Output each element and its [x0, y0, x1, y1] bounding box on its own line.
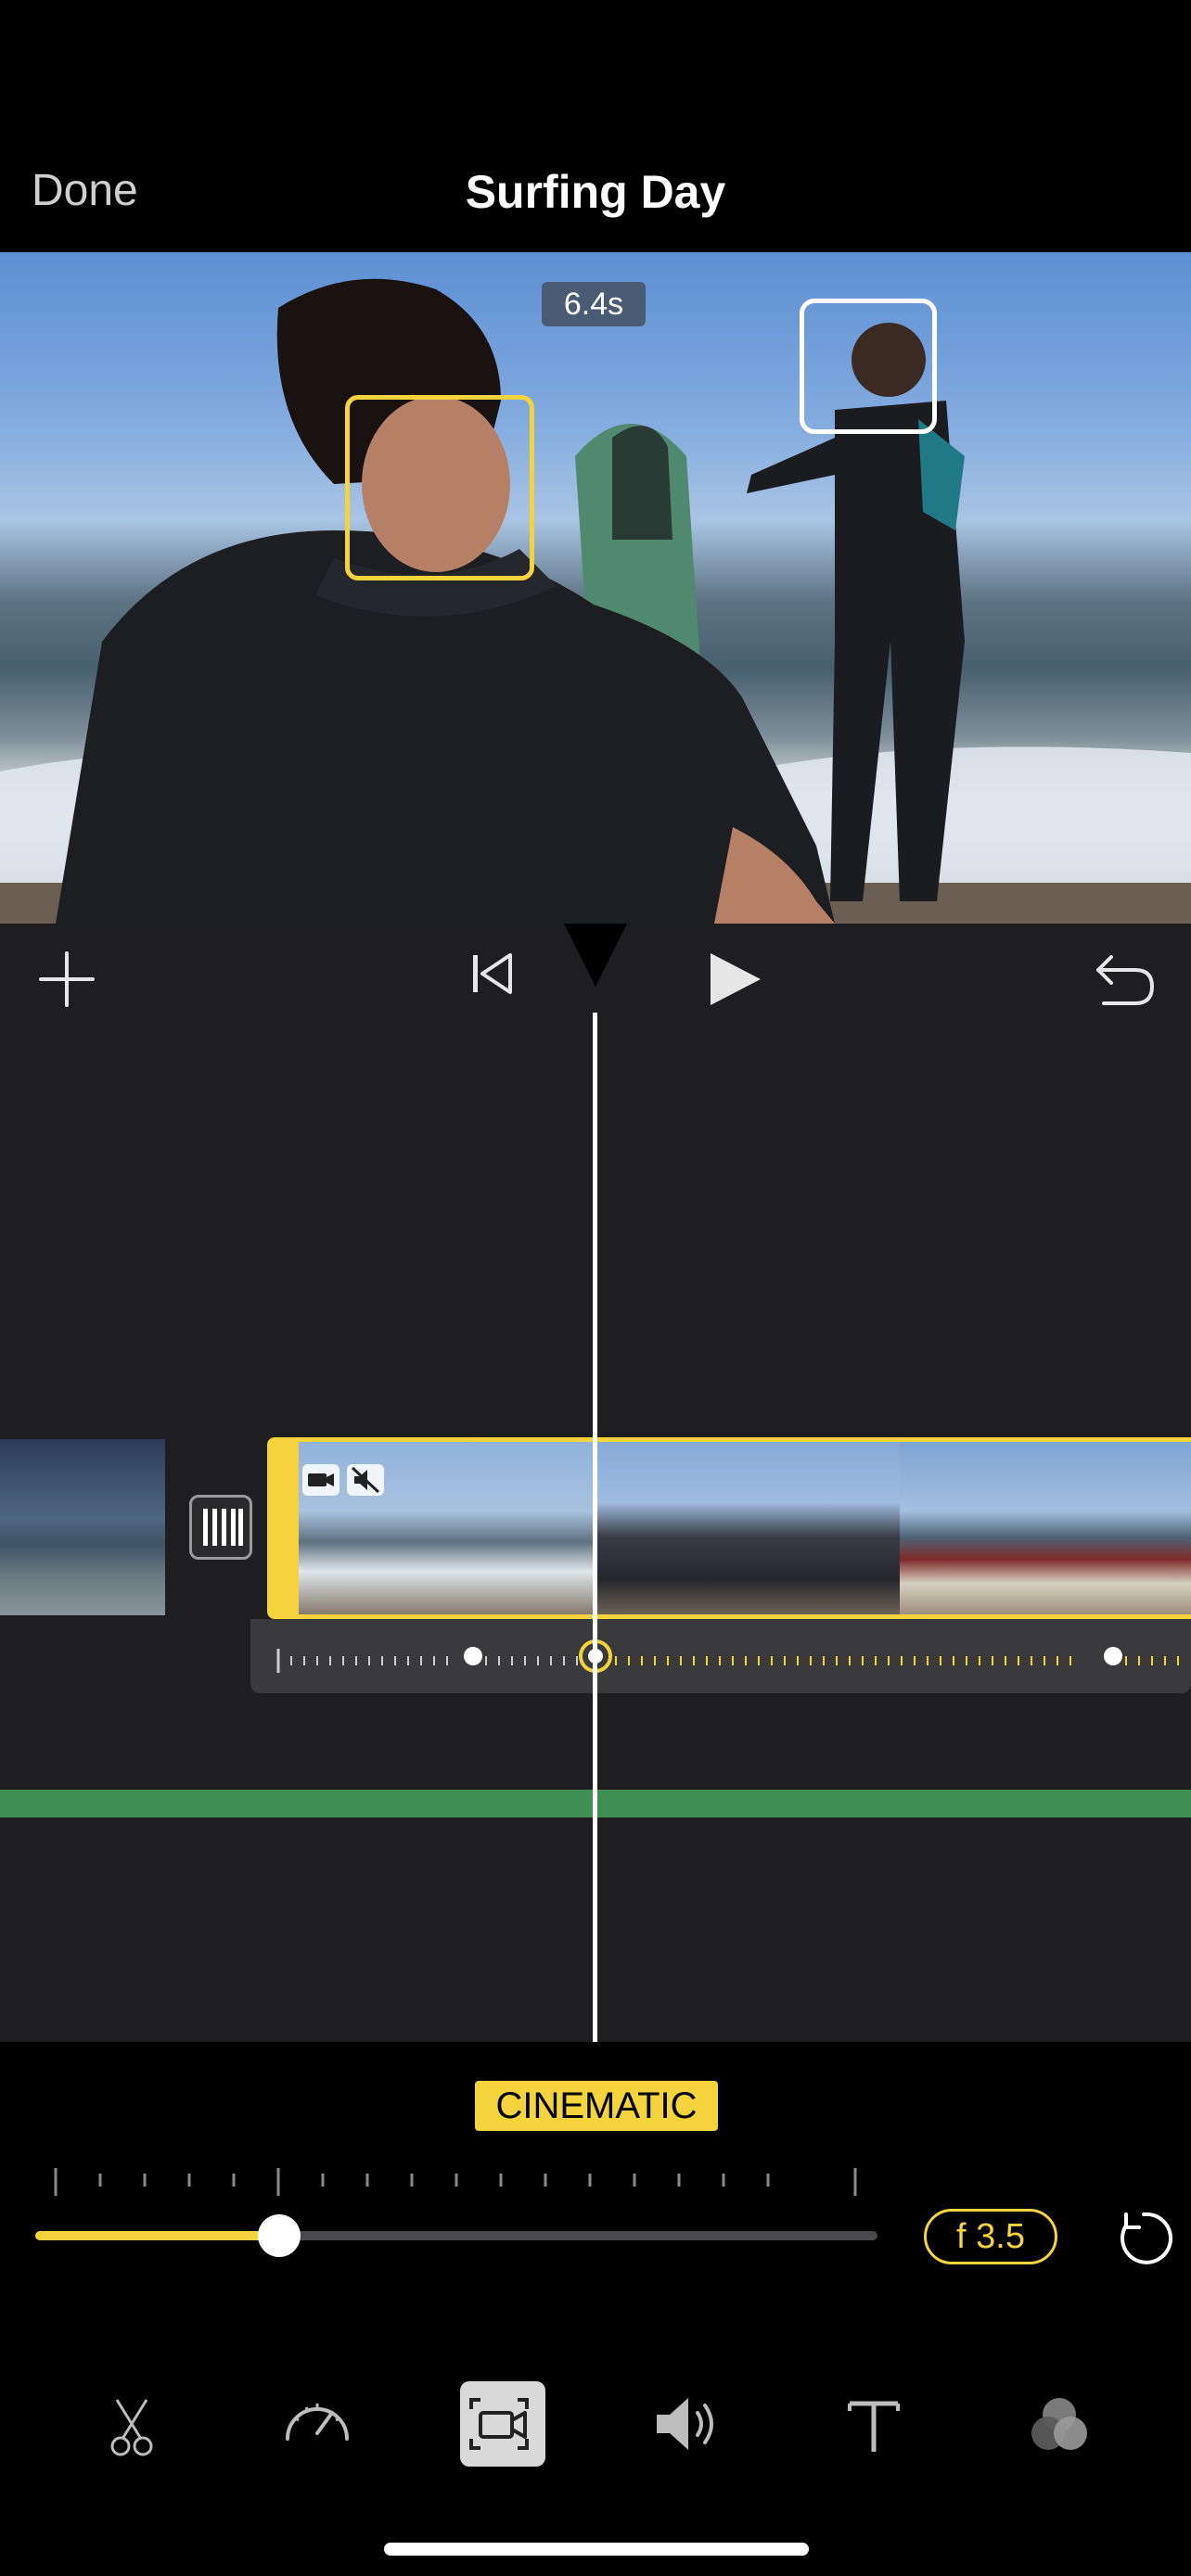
previous-clip[interactable] — [0, 1439, 165, 1615]
speed-icon[interactable] — [275, 2381, 360, 2467]
scissors-icon[interactable] — [89, 2381, 174, 2467]
depth-slider-thumb[interactable] — [258, 2214, 301, 2257]
filters-icon[interactable] — [1017, 2381, 1102, 2467]
playhead-marker — [564, 924, 627, 987]
home-indicator[interactable] — [384, 2543, 809, 2556]
selected-clip[interactable] — [267, 1437, 1191, 1619]
cinematic-camera-icon — [302, 1464, 339, 1496]
depth-slider-fill — [35, 2231, 280, 2240]
clip-thumbnail — [900, 1442, 1191, 1614]
play-icon[interactable] — [705, 950, 764, 1009]
focus-subject-secondary[interactable] — [800, 299, 937, 434]
focus-point — [464, 1647, 482, 1665]
depth-scale-ticks — [54, 2168, 857, 2196]
plus-icon[interactable] — [37, 950, 96, 1009]
focus-points-track — [276, 1639, 1179, 1673]
clip-thumbnail — [299, 1442, 594, 1614]
video-preview[interactable]: 6.4s — [0, 252, 1191, 924]
focus-track[interactable] — [250, 1619, 1191, 1693]
muted-speaker-icon — [347, 1464, 384, 1496]
aperture-value[interactable]: f 3.5 — [924, 2209, 1057, 2264]
clip-thumbnail — [594, 1442, 900, 1614]
project-title: Surfing Day — [465, 166, 726, 218]
text-icon[interactable] — [831, 2381, 916, 2467]
transition-icon[interactable] — [189, 1495, 252, 1560]
playhead — [593, 1013, 597, 2044]
undo-icon[interactable] — [1093, 951, 1156, 1007]
focus-subject-primary[interactable] — [345, 395, 534, 580]
reset-icon[interactable] — [1113, 2207, 1174, 2268]
video-frame-illustration — [0, 278, 1191, 924]
focus-point — [1104, 1647, 1122, 1665]
time-badge: 6.4s — [542, 282, 646, 326]
nav-bar: Done Surfing Day — [0, 0, 1191, 252]
skip-to-start-icon[interactable] — [471, 951, 514, 996]
volume-icon[interactable] — [646, 2381, 731, 2467]
cinematic-mode-label: CINEMATIC — [475, 2081, 718, 2131]
cinematic-icon[interactable] — [460, 2381, 545, 2467]
